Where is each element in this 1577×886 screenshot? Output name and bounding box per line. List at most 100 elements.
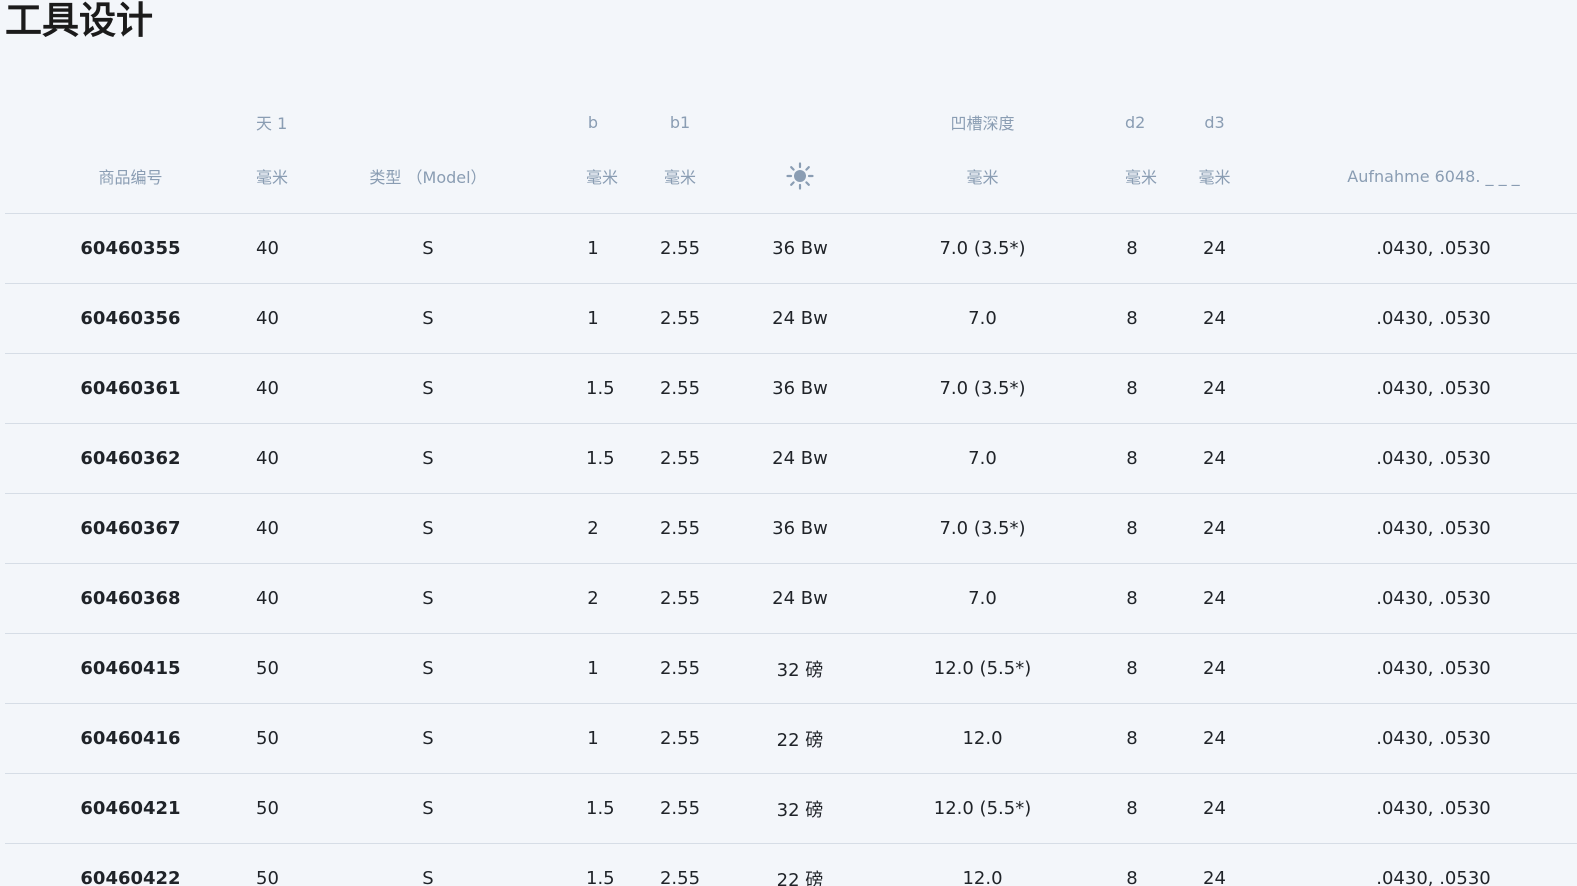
cell-groove-depth: 7.0 [840,283,1125,354]
cell-article-number: 60460368 [5,563,256,634]
page: 工具设计 天 1 b b1 凹槽深度 d2 d3 商品编号 毫米 类型 （Mod… [0,0,1577,886]
cell-d2: 8 [1125,843,1139,886]
table-row: 60460415 50 S 1 2.55 32 磅 12.0 (5.5*) 8 … [5,633,1577,704]
header-t1-unit: 毫米 [256,147,288,214]
cell-b1: 2.55 [600,633,760,704]
header-top-type [270,97,586,147]
header-top-d3: d3 [1204,112,1225,132]
spec-table: 天 1 b b1 凹槽深度 d2 d3 商品编号 毫米 类型 （Model） 毫… [5,97,1577,886]
cell-type: S [270,703,586,774]
cell-d3: 24 [1139,633,1290,704]
cell-holder: .0430, .0530 [1290,353,1577,424]
cell-t1: 40 [256,493,279,564]
cell-d2: 8 [1125,213,1139,284]
header-top-groove-depth: 凹槽深度 [950,114,1015,133]
table-row: 60460422 50 S 1.5 2.55 22 磅 12.0 8 24 .0… [5,843,1577,886]
cell-b1: 2.55 [600,283,760,354]
cell-t1: 40 [256,353,279,424]
cell-type: S [270,633,586,704]
cell-type: S [270,423,586,494]
cell-b1: 2.55 [600,423,760,494]
cell-teeth: 24 Bw [760,423,840,494]
table-row: 60460421 50 S 1.5 2.55 32 磅 12.0 (5.5*) … [5,773,1577,844]
cell-teeth: 36 Bw [760,353,840,424]
cell-t1: 40 [256,283,279,354]
cell-d3: 24 [1139,563,1290,634]
table-row: 60460355 40 S 1 2.55 36 Bw 7.0 (3.5*) 8 … [5,213,1577,284]
cell-groove-depth: 12.0 [840,703,1125,774]
cell-article-number: 60460416 [5,703,256,774]
cell-t1: 40 [256,563,279,634]
cell-groove-depth: 7.0 [840,423,1125,494]
cell-d3: 24 [1139,423,1290,494]
cell-teeth: 36 Bw [760,493,840,564]
header-groove-depth-unit: 毫米 [840,147,1125,214]
cell-d2: 8 [1125,633,1139,704]
cell-b1: 2.55 [600,493,760,564]
cell-type: S [270,353,586,424]
cell-b1: 2.55 [600,213,760,284]
cell-article-number: 60460356 [5,283,256,354]
table-row: 60460416 50 S 1 2.55 22 磅 12.0 8 24 .043… [5,703,1577,774]
cell-holder: .0430, .0530 [1290,283,1577,354]
cell-article-number: 60460422 [5,843,256,886]
header-article-number: 商品编号 [5,147,256,214]
cell-t1: 50 [256,773,279,844]
cell-article-number: 60460362 [5,423,256,494]
cell-b: 1.5 [586,773,615,844]
cell-t1: 40 [256,423,279,494]
cell-groove-depth: 7.0 (3.5*) [840,353,1125,424]
cell-groove-depth: 7.0 (3.5*) [840,493,1125,564]
cell-d2: 8 [1125,493,1139,564]
table-body: 60460355 40 S 1 2.55 36 Bw 7.0 (3.5*) 8 … [5,213,1577,886]
cell-teeth: 24 Bw [760,563,840,634]
cell-holder: .0430, .0530 [1290,633,1577,704]
cell-d2: 8 [1125,773,1139,844]
cell-b: 1 [586,633,600,704]
cell-article-number: 60460421 [5,773,256,844]
cell-groove-depth: 7.0 (3.5*) [840,213,1125,284]
cell-groove-depth: 12.0 (5.5*) [840,633,1125,704]
cell-d2: 8 [1125,283,1139,354]
cell-type: S [270,213,586,284]
cell-b1: 2.55 [600,353,760,424]
header-teeth [760,147,840,214]
table-row: 60460361 40 S 1.5 2.55 36 Bw 7.0 (3.5*) … [5,353,1577,424]
cell-holder: .0430, .0530 [1290,423,1577,494]
cell-d3: 24 [1139,703,1290,774]
header-d2-unit: 毫米 [1125,147,1157,214]
cell-b: 1 [586,283,600,354]
header-top-article [5,97,256,147]
header-top-b: b [587,112,599,132]
cell-b: 1.5 [586,353,615,424]
cell-d2: 8 [1125,423,1139,494]
cell-type: S [270,843,586,886]
cell-article-number: 60460415 [5,633,256,704]
header-top-b1: b1 [669,112,691,132]
cell-type: S [270,493,586,564]
header-top-t1: 天 1 [256,114,288,133]
cell-d2: 8 [1125,563,1139,634]
cell-groove-depth: 12.0 [840,843,1125,886]
cell-b1: 2.55 [600,843,760,886]
cell-b: 1 [586,703,600,774]
cell-d3: 24 [1139,843,1290,886]
cell-holder: .0430, .0530 [1290,493,1577,564]
cell-holder: .0430, .0530 [1290,563,1577,634]
header-b1-unit: 毫米 [600,147,760,214]
cell-d3: 24 [1139,493,1290,564]
cell-b1: 2.55 [600,773,760,844]
header-holder: Aufnahme 6048. _ _ _ [1290,147,1577,214]
cell-b: 2 [586,493,600,564]
cell-holder: .0430, .0530 [1290,213,1577,284]
cell-d3: 24 [1139,283,1290,354]
page-title: 工具设计 [5,0,153,42]
cell-teeth: 22 磅 [760,843,840,886]
cell-teeth: 32 磅 [760,773,840,844]
header-d3-unit: 毫米 [1139,147,1290,214]
cell-b1: 2.55 [600,703,760,774]
cell-t1: 50 [256,843,279,886]
cell-teeth: 36 Bw [760,213,840,284]
cell-groove-depth: 7.0 [840,563,1125,634]
cell-d3: 24 [1139,353,1290,424]
